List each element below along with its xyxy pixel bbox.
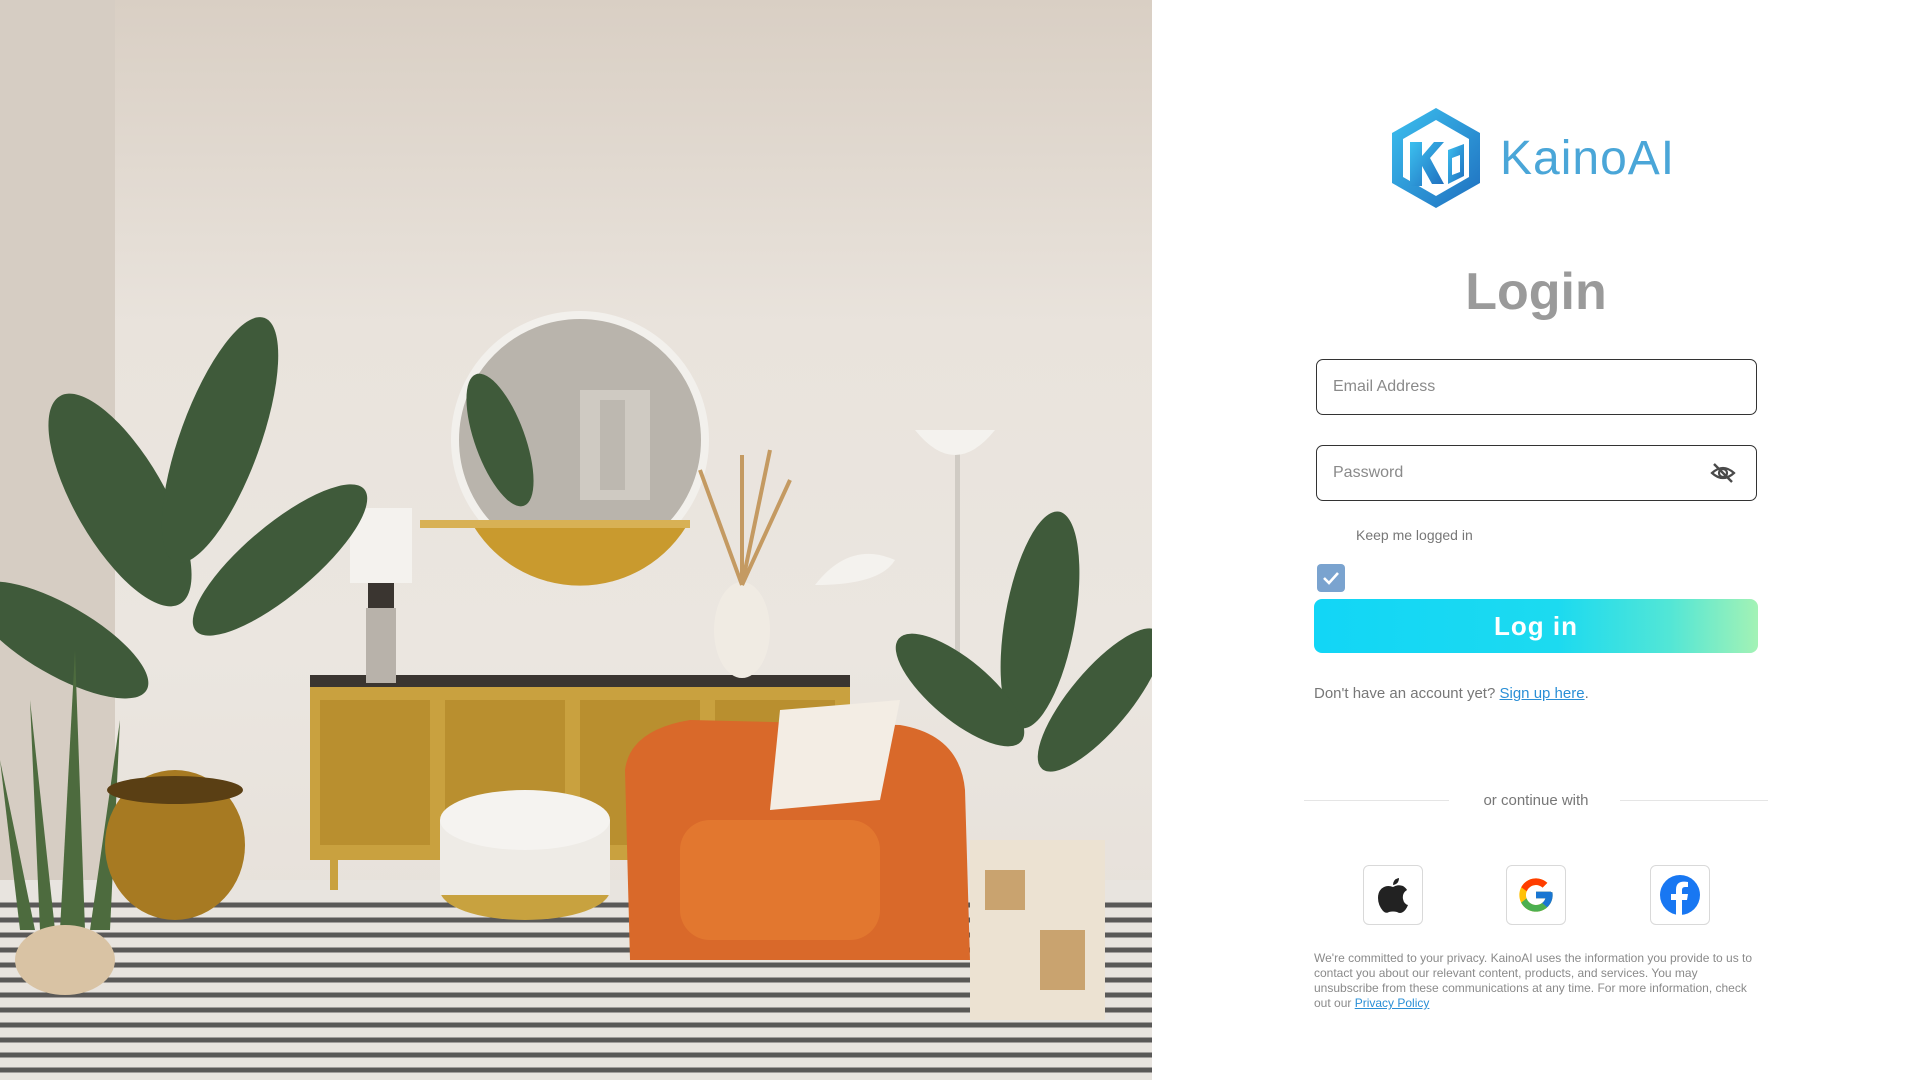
privacy-policy-link[interactable]: Privacy Policy	[1355, 996, 1430, 1010]
email-input[interactable]	[1333, 360, 1713, 413]
keep-logged-in-label: Keep me logged in	[1356, 527, 1473, 543]
facebook-login-button[interactable]	[1650, 865, 1710, 925]
apple-icon	[1378, 878, 1408, 913]
signup-link[interactable]: Sign up here	[1500, 685, 1585, 702]
email-field	[1316, 359, 1757, 415]
hero-image	[0, 0, 1152, 1080]
privacy-notice: We're committed to your privacy. KainoAI…	[1314, 951, 1764, 1011]
brand-name: KainoAI	[1500, 131, 1676, 185]
divider-line-right	[1620, 800, 1768, 801]
apple-login-button[interactable]	[1363, 865, 1423, 925]
brand-logo: KainoAI	[1390, 106, 1675, 210]
login-page: KainoAI Login Keep me logged in Log in D…	[0, 0, 1920, 1080]
google-login-button[interactable]	[1506, 865, 1566, 925]
eye-slash-icon[interactable]	[1710, 462, 1736, 484]
signup-prompt: Don't have an account yet? Sign up here.	[1314, 685, 1589, 702]
password-input[interactable]	[1333, 446, 1713, 499]
divider-text: or continue with	[1483, 792, 1589, 809]
keep-logged-in-checkbox[interactable]	[1317, 564, 1345, 592]
hexagon-k-logo-icon	[1392, 108, 1480, 208]
facebook-icon	[1660, 875, 1700, 915]
google-icon	[1519, 878, 1553, 912]
signup-suffix: .	[1584, 685, 1589, 702]
page-title: Login	[1465, 263, 1607, 321]
checkmark-icon	[1323, 572, 1339, 585]
password-field	[1316, 445, 1757, 501]
login-panel: KainoAI Login Keep me logged in Log in D…	[1152, 0, 1920, 1080]
login-button[interactable]: Log in	[1314, 599, 1758, 653]
signup-prompt-text: Don't have an account yet?	[1314, 685, 1496, 702]
living-room-illustration	[0, 0, 1152, 1080]
